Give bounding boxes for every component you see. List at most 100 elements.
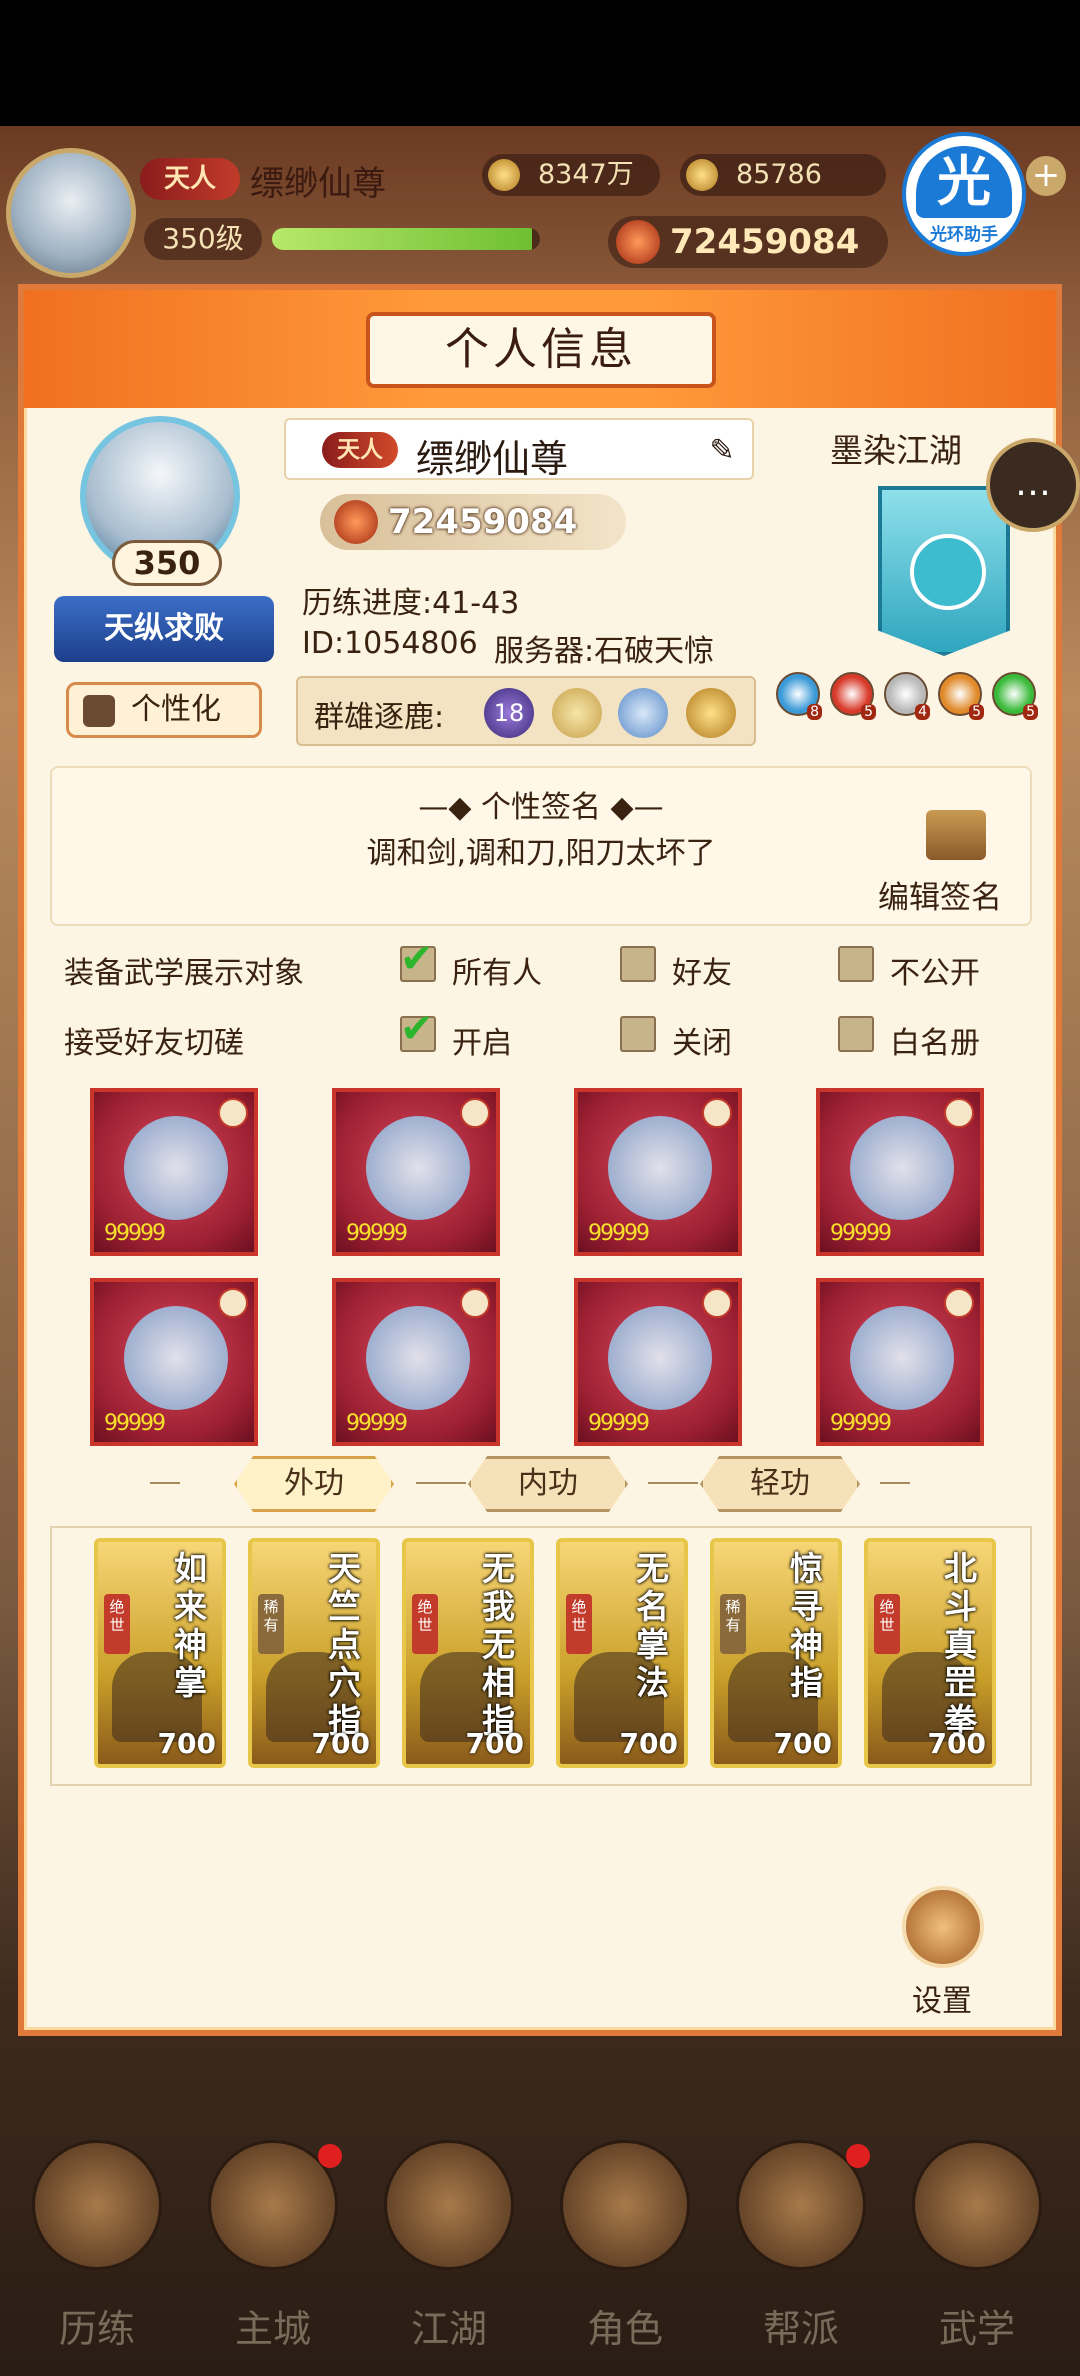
arena-box[interactable]: 群雄逐鹿: 18	[296, 676, 756, 746]
power-icon	[616, 220, 660, 264]
personalize-button[interactable]: 个性化	[66, 682, 262, 738]
equip-slot-boots[interactable]: 99999	[816, 1088, 984, 1256]
option-label[interactable]: 开启	[452, 1018, 512, 1062]
skill-name: 无我无相指	[482, 1549, 515, 1740]
equip-stars: 99999	[830, 1221, 892, 1246]
refine-star-icon	[218, 1288, 248, 1318]
silver-counter: 8347万	[482, 154, 660, 196]
helper-label: 光环助手	[930, 225, 998, 245]
nav-item[interactable]: 主城	[188, 2140, 358, 2351]
martial-scroll-icon	[912, 2140, 1042, 2270]
combat-power-value: 72459084	[670, 222, 860, 262]
checkmark-icon: ✔	[400, 936, 434, 982]
signature-text: 调和剑,调和刀,阳刀太坏了	[366, 836, 716, 871]
chat-bubble-icon[interactable]: …	[986, 438, 1080, 532]
guild-gem-icon: 8	[776, 672, 822, 720]
skill-name: 天竺点穴指	[328, 1549, 361, 1740]
player-name: 缥缈仙尊	[250, 164, 386, 204]
option-label[interactable]: 白名册	[890, 1018, 980, 1062]
nav-item[interactable]: 武学	[892, 2140, 1062, 2351]
guild-gem-count: 4	[915, 704, 930, 720]
refine-star-icon	[702, 1098, 732, 1128]
equip-slot-ring[interactable]: 99999	[574, 1278, 742, 1446]
tab-divider	[648, 1482, 698, 1484]
option-label[interactable]: 关闭	[672, 1018, 732, 1062]
skill-tier-tag: 绝世	[104, 1594, 130, 1654]
option-checkbox[interactable]: ✔	[400, 936, 436, 982]
add-currency-button[interactable]: +	[1026, 156, 1066, 196]
jianghu-icon	[384, 2140, 514, 2270]
equip-slot-belt[interactable]: 99999	[574, 1088, 742, 1256]
equip-slot-bracer[interactable]: 99999	[90, 1088, 258, 1256]
edit-signature-button[interactable]: 编辑签名	[878, 872, 1002, 917]
skill-card[interactable]: 惊寻神指 稀有 700	[710, 1538, 842, 1768]
helper-icon: 光	[916, 146, 1012, 218]
nav-item[interactable]: 帮派	[716, 2140, 886, 2351]
rank-badge: 天人	[140, 158, 240, 200]
guild-gem-icon: 5	[830, 672, 876, 720]
skill-level: 700	[927, 1727, 986, 1760]
equip-slot-necklace[interactable]: 99999	[90, 1278, 258, 1446]
refine-star-icon	[460, 1098, 490, 1128]
skill-tier-tag: 绝世	[874, 1594, 900, 1654]
refine-star-icon	[944, 1098, 974, 1128]
magnifier-icon[interactable]	[686, 688, 736, 738]
nav-label: 主城	[234, 2307, 311, 2351]
tab-outer-skill[interactable]: 外功	[234, 1456, 394, 1512]
refine-star-icon	[702, 1288, 732, 1318]
guild-gem-count: 5	[969, 704, 984, 720]
nav-label: 江湖	[410, 2307, 487, 2351]
option-checkbox[interactable]	[838, 946, 874, 982]
skill-tier-tag: 绝世	[412, 1594, 438, 1654]
guild-gem-icon: 5	[938, 672, 984, 720]
equip-slot-jade-ring[interactable]: 99999	[816, 1278, 984, 1446]
jade-ring-icon	[850, 1306, 954, 1410]
nav-item[interactable]: 江湖	[364, 2140, 534, 2351]
ring-icon	[608, 1306, 712, 1410]
option-checkbox[interactable]	[620, 1016, 656, 1052]
skill-card[interactable]: 天竺点穴指 稀有 700	[248, 1538, 380, 1768]
robe-icon	[366, 1116, 470, 1220]
tab-divider	[150, 1482, 180, 1484]
option-checkbox[interactable]	[838, 1016, 874, 1052]
nav-item[interactable]: 角色	[540, 2140, 710, 2351]
refine-star-icon	[944, 1288, 974, 1318]
equip-slot-hairpin[interactable]: 99999	[332, 1278, 500, 1446]
exp-fill	[272, 228, 532, 250]
gold-value: 85786	[736, 159, 822, 190]
necklace-icon	[124, 1306, 228, 1410]
option-checkbox[interactable]: ✔	[400, 1006, 436, 1052]
option-checkbox[interactable]	[620, 946, 656, 982]
equip-stars: 99999	[588, 1411, 650, 1436]
nav-item[interactable]: 历练	[12, 2140, 182, 2351]
skill-card[interactable]: 无名掌法 绝世 700	[556, 1538, 688, 1768]
skill-name: 无名掌法	[636, 1549, 669, 1702]
tab-divider	[416, 1482, 466, 1484]
player-avatar[interactable]	[6, 148, 136, 278]
scroll-icon[interactable]	[926, 810, 986, 860]
option-label[interactable]: 好友	[672, 948, 732, 992]
option-label[interactable]: 所有人	[452, 948, 542, 992]
edit-name-icon[interactable]: ✎	[704, 434, 740, 468]
guild-gem-count: 5	[861, 704, 876, 720]
skill-name: 如来神掌	[174, 1549, 207, 1702]
helper-app-button[interactable]: 光 光环助手	[902, 132, 1026, 256]
skill-card[interactable]: 如来神掌 绝世 700	[94, 1538, 226, 1768]
outfit-icon	[83, 695, 115, 727]
guild-gem-count: 8	[807, 704, 822, 720]
server-line: 服务器:石破天惊	[494, 634, 715, 669]
tab-inner-skill[interactable]: 内功	[468, 1456, 628, 1512]
nav-label: 帮派	[762, 2307, 839, 2351]
equip-slot-robe[interactable]: 99999	[332, 1088, 500, 1256]
option-label[interactable]: 不公开	[890, 948, 980, 992]
settings-label[interactable]: 设置	[912, 1976, 972, 2020]
player-level: 350级	[144, 218, 262, 260]
tab-lightness-skill[interactable]: 轻功	[700, 1456, 860, 1512]
equip-stars: 99999	[830, 1411, 892, 1436]
guild-flag[interactable]	[878, 486, 1010, 656]
notification-dot	[846, 2144, 870, 2168]
settings-icon[interactable]	[902, 1886, 984, 1968]
skill-card[interactable]: 无我无相指 绝世 700	[402, 1538, 534, 1768]
bracer-icon	[124, 1116, 228, 1220]
skill-card[interactable]: 北斗真罡拳 绝世 700	[864, 1538, 996, 1768]
